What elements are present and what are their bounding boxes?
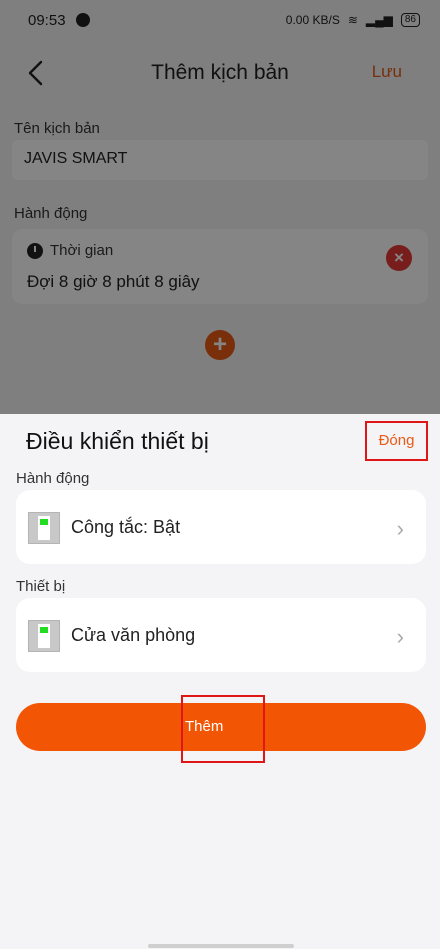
action-select[interactable]: Công tắc: Bật › xyxy=(16,490,426,564)
home-indicator[interactable] xyxy=(148,944,294,948)
action-select-value: Công tắc: Bật xyxy=(71,517,181,537)
device-select-value: Cửa văn phòng xyxy=(71,625,196,645)
device-section-label: Thiết bị xyxy=(16,578,66,595)
modal-overlay[interactable] xyxy=(0,0,440,414)
switch-icon xyxy=(28,620,60,652)
close-button[interactable]: Đóng xyxy=(365,421,428,461)
device-control-sheet: Điều khiển thiết bị Đóng Hành động Công … xyxy=(0,414,440,949)
chevron-right-icon: › xyxy=(396,624,404,649)
device-select[interactable]: Cửa văn phòng › xyxy=(16,598,426,672)
add-button-highlight xyxy=(181,695,265,763)
action-section-label: Hành động xyxy=(16,470,90,487)
chevron-right-icon: › xyxy=(396,516,404,541)
switch-icon xyxy=(28,512,60,544)
sheet-title: Điều khiển thiết bị xyxy=(26,428,209,454)
